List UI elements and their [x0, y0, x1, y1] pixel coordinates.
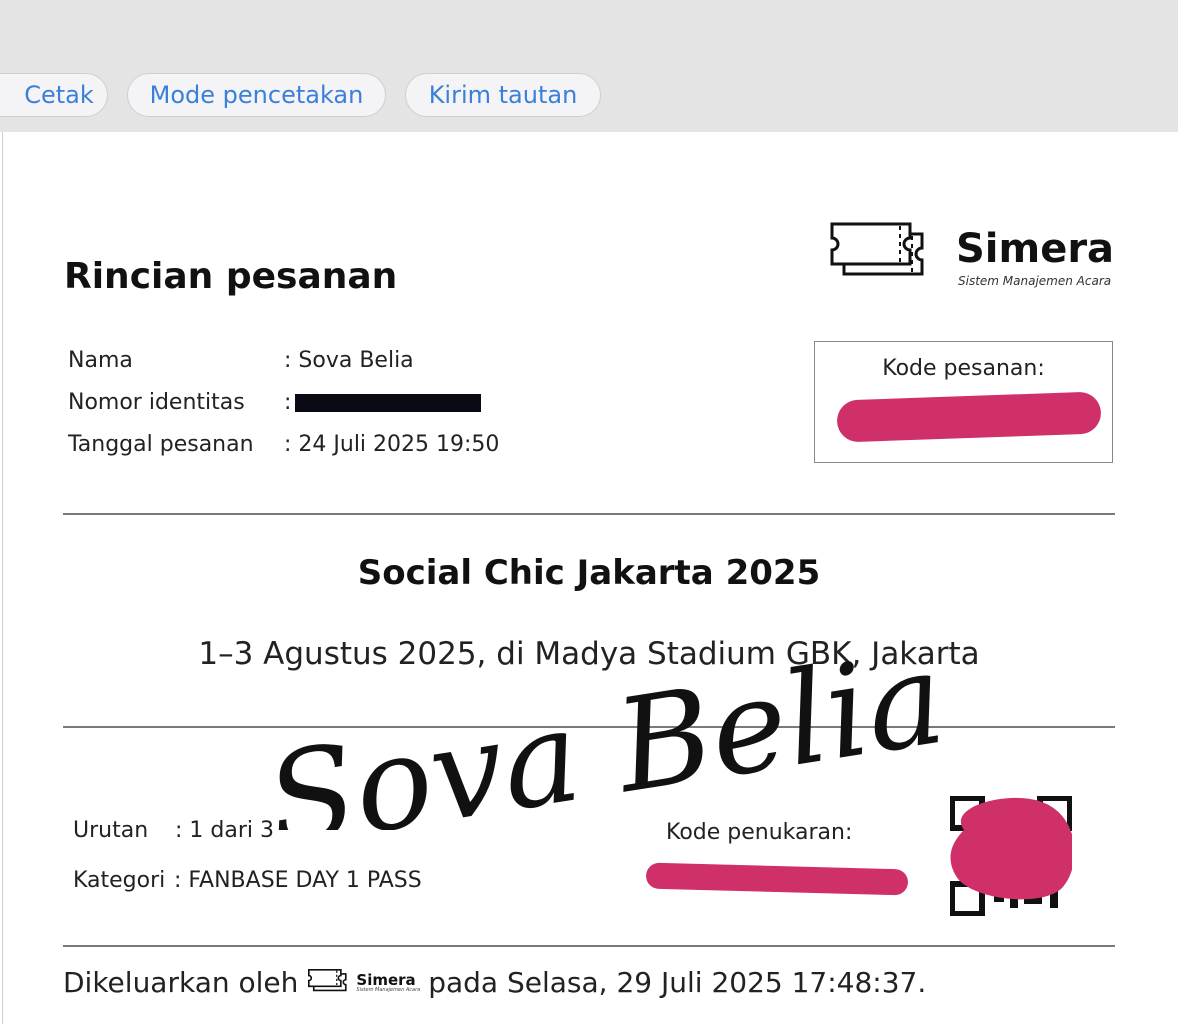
issued-by-footer: Dikeluarkan oleh Simera Sistem Manajemen… [63, 966, 926, 999]
print-button[interactable]: Cetak [0, 73, 108, 117]
brand-name: Simera [956, 226, 1115, 272]
name-label: Nama [68, 348, 133, 373]
order-date-label: Tanggal pesanan [68, 432, 254, 457]
print-toolbar: Cetak Mode pencetakan Kirim tautan [0, 0, 1178, 132]
send-link-button[interactable]: Kirim tautan [405, 73, 601, 117]
footer-brand-tagline: Sistem Manajemen Acara [356, 986, 421, 993]
ticket-category-label: Kategori [73, 868, 166, 893]
divider [63, 945, 1115, 947]
name-value: : Sova Belia [284, 348, 414, 373]
divider [63, 513, 1115, 515]
identity-number-label: Nomor identitas [68, 390, 245, 415]
divider [63, 726, 1115, 728]
order-code-label: Kode pesanan: [882, 356, 1045, 381]
identity-colon: : [284, 390, 292, 415]
order-date-value: : 24 Juli 2025 19:50 [284, 432, 500, 457]
qr-code [950, 796, 1072, 916]
ticket-logo-icon [308, 968, 347, 991]
order-code-redaction [836, 391, 1102, 443]
ticket-order-value: : 1 dari 3 [175, 818, 274, 843]
brand-logo: Simera Sistem Manajemen Acara [830, 222, 1120, 292]
issued-by-prefix: Dikeluarkan oleh [63, 966, 299, 999]
ticket-logo-icon [830, 222, 924, 276]
page-title: Rincian pesanan [64, 256, 398, 297]
footer-brand-logo: Simera Sistem Manajemen Acara [308, 968, 421, 997]
brand-tagline: Sistem Manajemen Acara [958, 274, 1112, 288]
footer-brand-name: Simera [356, 970, 416, 989]
event-title: Social Chic Jakarta 2025 [357, 553, 821, 593]
ticket-category-value: : FANBASE DAY 1 PASS [174, 868, 422, 893]
identity-redaction [295, 394, 482, 412]
redeem-code-label: Kode penukaran: [666, 820, 853, 845]
issued-date-text: pada Selasa, 29 Juli 2025 17:48:37. [428, 966, 927, 999]
ticket-order-label: Urutan [73, 818, 149, 843]
print-mode-button[interactable]: Mode pencetakan [127, 73, 386, 117]
order-code-box: Kode pesanan: [814, 341, 1113, 463]
event-date-venue: 1–3 Agustus 2025, di Madya Stadium GBK, … [198, 636, 980, 672]
identity-number-value: : [284, 390, 482, 415]
